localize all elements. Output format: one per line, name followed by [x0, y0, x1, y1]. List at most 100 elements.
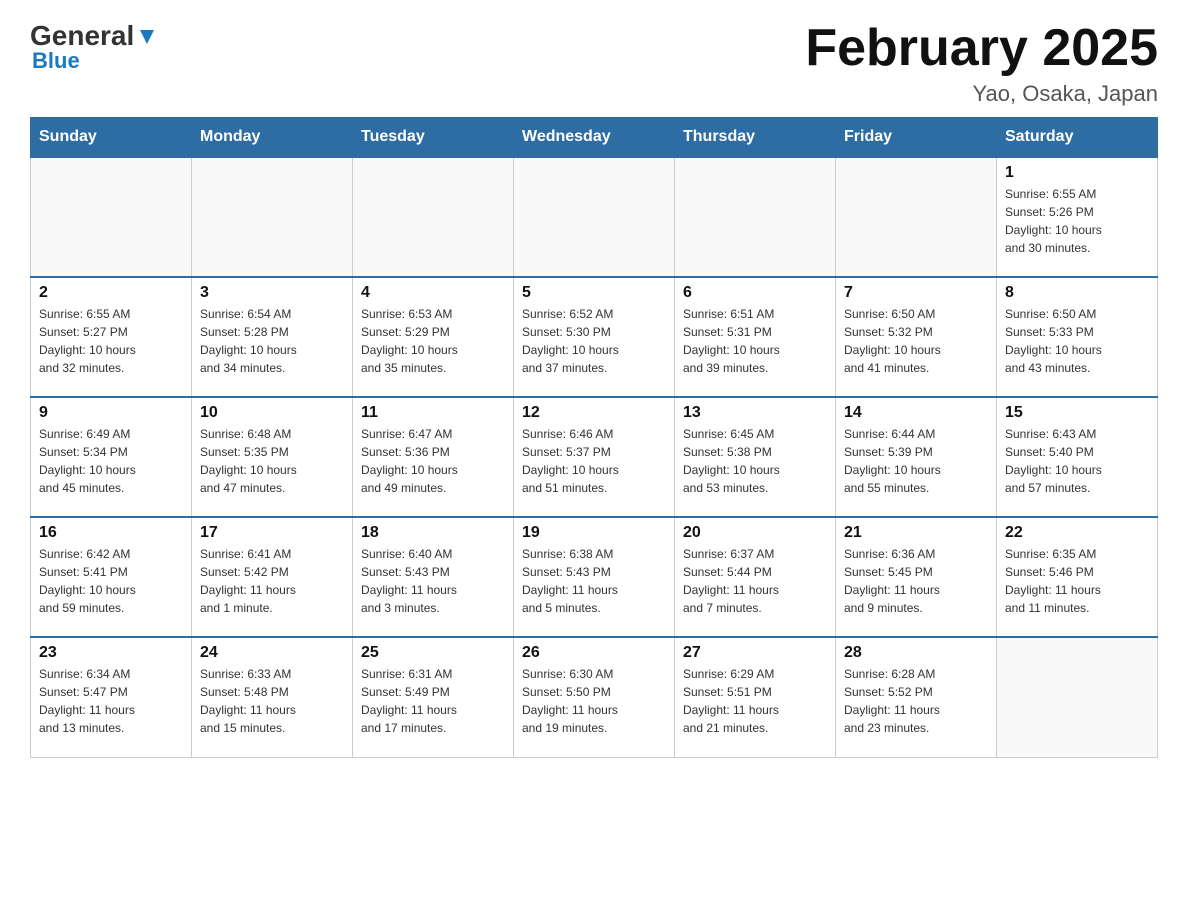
month-title: February 2025 — [805, 20, 1158, 77]
day-number: 21 — [844, 524, 988, 542]
calendar-cell: 22 Sunrise: 6:35 AM Sunset: 5:46 PM Dayli… — [997, 517, 1158, 637]
calendar-cell: 17 Sunrise: 6:41 AM Sunset: 5:42 PM Dayli… — [192, 517, 353, 637]
calendar-cell: 18 Sunrise: 6:40 AM Sunset: 5:43 PM Dayli… — [353, 517, 514, 637]
day-info: Sunrise: 6:36 AM Sunset: 5:45 PM Dayligh… — [844, 545, 988, 617]
calendar-cell: 4Sunrise: 6:53 AM Sunset: 5:29 PM Daylig… — [353, 277, 514, 397]
day-info: Sunrise: 6:51 AM Sunset: 5:31 PM Dayligh… — [683, 305, 827, 377]
day-number: 12 — [522, 404, 666, 422]
col-sunday: Sunday — [31, 118, 192, 158]
day-number: 27 — [683, 644, 827, 662]
calendar-cell: 1Sunrise: 6:55 AM Sunset: 5:26 PM Daylig… — [997, 157, 1158, 277]
calendar-cell: 15 Sunrise: 6:43 AM Sunset: 5:40 PM Dayli… — [997, 397, 1158, 517]
calendar-cell: 7 Sunrise: 6:50 AM Sunset: 5:32 PM Daylig… — [836, 277, 997, 397]
day-number: 28 — [844, 644, 988, 662]
day-number: 17 — [200, 524, 344, 542]
day-info: Sunrise: 6:48 AM Sunset: 5:35 PM Dayligh… — [200, 425, 344, 497]
calendar-cell: 24Sunrise: 6:33 AM Sunset: 5:48 PM Dayli… — [192, 637, 353, 757]
calendar-cell — [31, 157, 192, 277]
day-info: Sunrise: 6:47 AM Sunset: 5:36 PM Dayligh… — [361, 425, 505, 497]
day-info: Sunrise: 6:40 AM Sunset: 5:43 PM Dayligh… — [361, 545, 505, 617]
calendar-week-row: 2 Sunrise: 6:55 AM Sunset: 5:27 PM Daylig… — [31, 277, 1158, 397]
calendar-cell: 5 Sunrise: 6:52 AM Sunset: 5:30 PM Daylig… — [514, 277, 675, 397]
day-number: 2 — [39, 284, 183, 302]
day-info: Sunrise: 6:41 AM Sunset: 5:42 PM Dayligh… — [200, 545, 344, 617]
day-info: Sunrise: 6:43 AM Sunset: 5:40 PM Dayligh… — [1005, 425, 1149, 497]
day-info: Sunrise: 6:46 AM Sunset: 5:37 PM Dayligh… — [522, 425, 666, 497]
day-info: Sunrise: 6:31 AM Sunset: 5:49 PM Dayligh… — [361, 665, 505, 737]
calendar-cell: 26Sunrise: 6:30 AM Sunset: 5:50 PM Dayli… — [514, 637, 675, 757]
day-info: Sunrise: 6:55 AM Sunset: 5:27 PM Dayligh… — [39, 305, 183, 377]
day-info: Sunrise: 6:55 AM Sunset: 5:26 PM Dayligh… — [1005, 185, 1149, 257]
calendar-cell — [997, 637, 1158, 757]
day-number: 19 — [522, 524, 666, 542]
calendar-week-row: 16 Sunrise: 6:42 AM Sunset: 5:41 PM Dayli… — [31, 517, 1158, 637]
calendar-table: Sunday Monday Tuesday Wednesday Thursday… — [30, 117, 1158, 758]
calendar-cell: 28 Sunrise: 6:28 AM Sunset: 5:52 PM Dayli… — [836, 637, 997, 757]
calendar-cell: 11 Sunrise: 6:47 AM Sunset: 5:36 PM Dayli… — [353, 397, 514, 517]
calendar-cell: 12 Sunrise: 6:46 AM Sunset: 5:37 PM Dayli… — [514, 397, 675, 517]
calendar-cell — [675, 157, 836, 277]
day-info: Sunrise: 6:34 AM Sunset: 5:47 PM Dayligh… — [39, 665, 183, 737]
calendar-cell: 14 Sunrise: 6:44 AM Sunset: 5:39 PM Dayli… — [836, 397, 997, 517]
day-info: Sunrise: 6:44 AM Sunset: 5:39 PM Dayligh… — [844, 425, 988, 497]
logo: General Blue — [30, 20, 158, 74]
logo-arrow-icon — [136, 26, 158, 48]
day-number: 11 — [361, 404, 505, 422]
day-number: 15 — [1005, 404, 1149, 422]
logo-blue-text: Blue — [32, 48, 80, 74]
calendar-cell: 8 Sunrise: 6:50 AM Sunset: 5:33 PM Daylig… — [997, 277, 1158, 397]
day-number: 9 — [39, 404, 183, 422]
location-subtitle: Yao, Osaka, Japan — [805, 81, 1158, 107]
calendar-cell: 16 Sunrise: 6:42 AM Sunset: 5:41 PM Dayli… — [31, 517, 192, 637]
day-number: 8 — [1005, 284, 1149, 302]
day-number: 22 — [1005, 524, 1149, 542]
col-wednesday: Wednesday — [514, 118, 675, 158]
day-info: Sunrise: 6:53 AM Sunset: 5:29 PM Dayligh… — [361, 305, 505, 377]
calendar-cell: 2 Sunrise: 6:55 AM Sunset: 5:27 PM Daylig… — [31, 277, 192, 397]
day-number: 7 — [844, 284, 988, 302]
day-number: 18 — [361, 524, 505, 542]
calendar-cell: 25Sunrise: 6:31 AM Sunset: 5:49 PM Dayli… — [353, 637, 514, 757]
day-number: 24 — [200, 644, 344, 662]
calendar-cell: 6 Sunrise: 6:51 AM Sunset: 5:31 PM Daylig… — [675, 277, 836, 397]
day-number: 14 — [844, 404, 988, 422]
day-number: 10 — [200, 404, 344, 422]
day-info: Sunrise: 6:45 AM Sunset: 5:38 PM Dayligh… — [683, 425, 827, 497]
day-info: Sunrise: 6:52 AM Sunset: 5:30 PM Dayligh… — [522, 305, 666, 377]
calendar-cell: 9 Sunrise: 6:49 AM Sunset: 5:34 PM Daylig… — [31, 397, 192, 517]
day-number: 23 — [39, 644, 183, 662]
day-info: Sunrise: 6:50 AM Sunset: 5:33 PM Dayligh… — [1005, 305, 1149, 377]
calendar-cell: 13 Sunrise: 6:45 AM Sunset: 5:38 PM Dayli… — [675, 397, 836, 517]
day-info: Sunrise: 6:54 AM Sunset: 5:28 PM Dayligh… — [200, 305, 344, 377]
calendar-header-row: Sunday Monday Tuesday Wednesday Thursday… — [31, 118, 1158, 158]
day-number: 5 — [522, 284, 666, 302]
calendar-cell — [353, 157, 514, 277]
col-friday: Friday — [836, 118, 997, 158]
day-info: Sunrise: 6:49 AM Sunset: 5:34 PM Dayligh… — [39, 425, 183, 497]
calendar-cell: 21 Sunrise: 6:36 AM Sunset: 5:45 PM Dayli… — [836, 517, 997, 637]
day-info: Sunrise: 6:28 AM Sunset: 5:52 PM Dayligh… — [844, 665, 988, 737]
calendar-cell: 19 Sunrise: 6:38 AM Sunset: 5:43 PM Dayli… — [514, 517, 675, 637]
col-saturday: Saturday — [997, 118, 1158, 158]
day-info: Sunrise: 6:30 AM Sunset: 5:50 PM Dayligh… — [522, 665, 666, 737]
day-info: Sunrise: 6:35 AM Sunset: 5:46 PM Dayligh… — [1005, 545, 1149, 617]
day-number: 3 — [200, 284, 344, 302]
calendar-cell: 20Sunrise: 6:37 AM Sunset: 5:44 PM Dayli… — [675, 517, 836, 637]
calendar-cell: 3 Sunrise: 6:54 AM Sunset: 5:28 PM Daylig… — [192, 277, 353, 397]
day-number: 16 — [39, 524, 183, 542]
calendar-cell: 10 Sunrise: 6:48 AM Sunset: 5:35 PM Dayli… — [192, 397, 353, 517]
day-info: Sunrise: 6:38 AM Sunset: 5:43 PM Dayligh… — [522, 545, 666, 617]
col-tuesday: Tuesday — [353, 118, 514, 158]
day-number: 6 — [683, 284, 827, 302]
calendar-cell — [836, 157, 997, 277]
title-block: February 2025 Yao, Osaka, Japan — [805, 20, 1158, 107]
day-info: Sunrise: 6:42 AM Sunset: 5:41 PM Dayligh… — [39, 545, 183, 617]
day-info: Sunrise: 6:50 AM Sunset: 5:32 PM Dayligh… — [844, 305, 988, 377]
calendar-week-row: 9 Sunrise: 6:49 AM Sunset: 5:34 PM Daylig… — [31, 397, 1158, 517]
calendar-cell: 27 Sunrise: 6:29 AM Sunset: 5:51 PM Dayli… — [675, 637, 836, 757]
day-number: 13 — [683, 404, 827, 422]
calendar-week-row: 1Sunrise: 6:55 AM Sunset: 5:26 PM Daylig… — [31, 157, 1158, 277]
col-thursday: Thursday — [675, 118, 836, 158]
day-number: 20 — [683, 524, 827, 542]
day-info: Sunrise: 6:29 AM Sunset: 5:51 PM Dayligh… — [683, 665, 827, 737]
